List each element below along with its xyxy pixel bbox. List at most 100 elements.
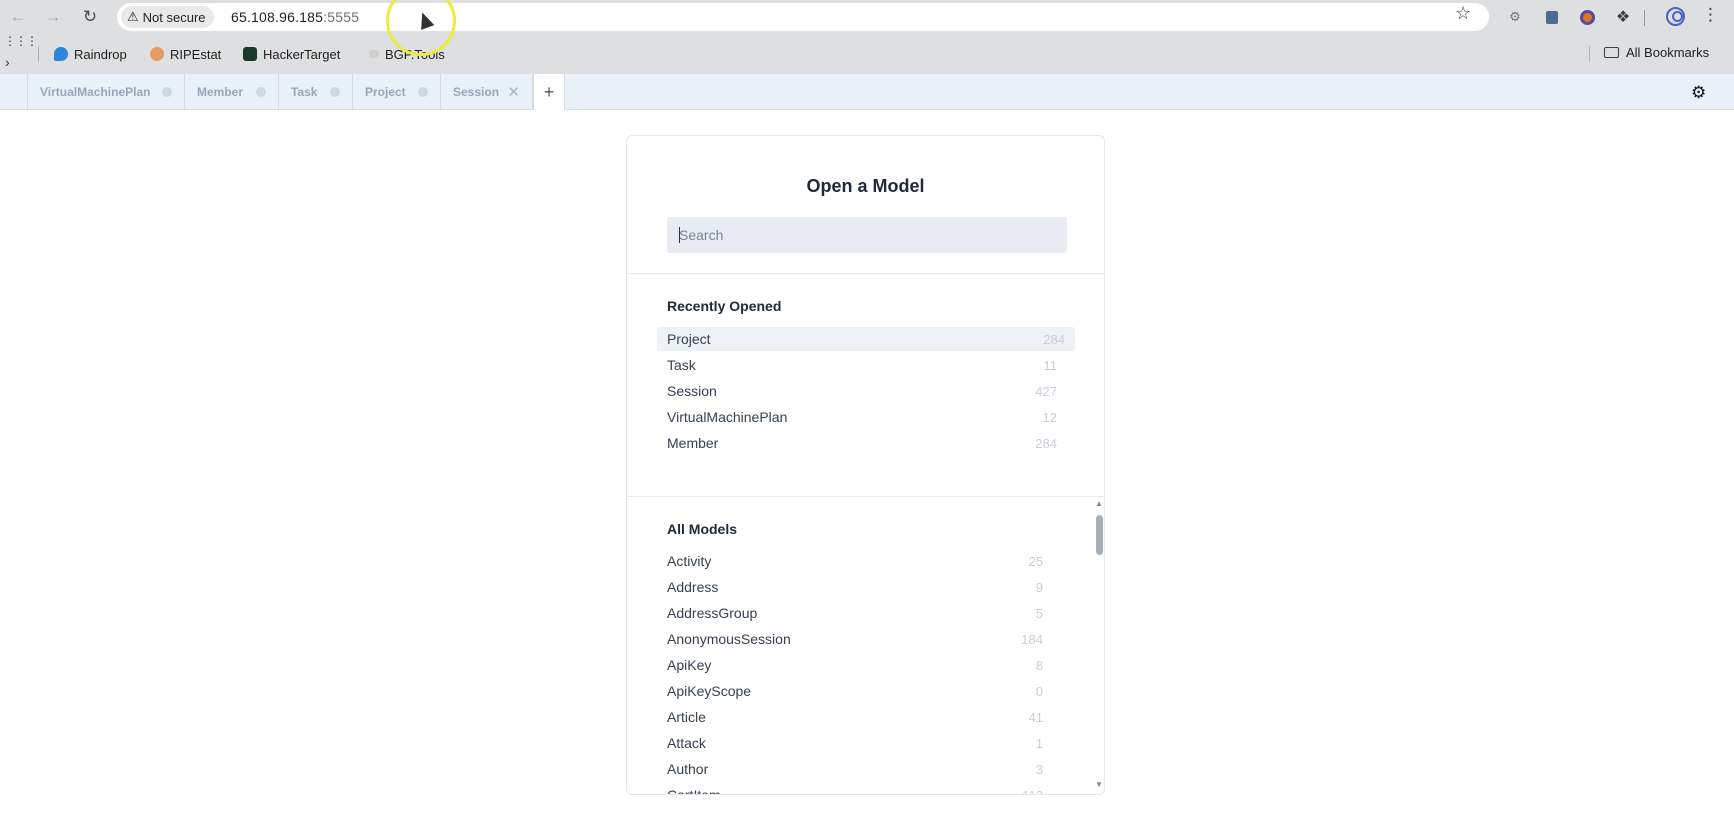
all-models-heading: All Models	[667, 521, 738, 537]
model-item[interactable]: Attack 1	[657, 731, 1053, 755]
dialog-title: Open a Model	[806, 176, 925, 196]
recent-item[interactable]: VirtualMachinePlan 12	[657, 405, 1067, 429]
raindrop-icon	[54, 47, 68, 61]
model-count: 9	[1035, 579, 1043, 595]
model-item[interactable]: AnonymousSession 184	[657, 627, 1053, 651]
folder-icon	[1604, 47, 1619, 58]
model-name: Activity	[667, 553, 712, 569]
model-count: 1	[1035, 735, 1043, 751]
warning-triangle-icon: ⚠	[127, 9, 139, 24]
scroll-down-arrow-icon[interactable]: ▼	[1094, 780, 1104, 789]
tab-bar-edge	[0, 74, 28, 110]
model-item[interactable]: CartItem 113	[657, 783, 1053, 795]
model-count: 284	[1035, 435, 1057, 451]
open-model-dialog: Open a Model Recently Opened Project 284…	[626, 135, 1105, 795]
tab-status-dot-icon[interactable]	[330, 87, 340, 97]
profile-icon[interactable]	[1666, 7, 1685, 26]
recent-item[interactable]: Task 11	[657, 353, 1067, 377]
reload-icon[interactable]: ↻	[78, 5, 102, 29]
apps-grid-icon[interactable]: ⋮⋮⋮	[4, 34, 38, 48]
toolbar-divider	[1644, 10, 1645, 26]
model-item[interactable]: AddressGroup 5	[657, 601, 1053, 625]
model-count: 25	[1028, 553, 1043, 569]
model-item[interactable]: Article 41	[657, 705, 1053, 729]
model-item[interactable]: Address 9	[657, 575, 1053, 599]
text-caret	[679, 227, 680, 243]
model-count: 427	[1035, 383, 1057, 399]
tab-label: Session	[453, 85, 500, 99]
model-item[interactable]: Activity 25	[657, 549, 1053, 573]
scrollbar-thumb[interactable]	[1096, 515, 1103, 555]
tab-label: Member	[197, 85, 244, 99]
model-item[interactable]: Author 3	[657, 757, 1053, 781]
model-name: Session	[667, 383, 717, 399]
scroll-up-arrow-icon[interactable]: ▲	[1094, 499, 1104, 508]
tab-session[interactable]: Session ✕	[441, 74, 533, 110]
model-name: Author	[667, 761, 709, 777]
model-item[interactable]: ApiKeyScope 0	[657, 679, 1053, 703]
tab-virtualmachineplan[interactable]: VirtualMachinePlan	[28, 74, 185, 110]
tab-label: Project	[365, 85, 406, 99]
tab-status-dot-icon[interactable]	[418, 87, 428, 97]
tab-member[interactable]: Member	[185, 74, 279, 110]
security-label: Not secure	[142, 9, 206, 25]
extension-firefox-like-icon[interactable]	[1576, 6, 1598, 28]
bookmark-hackertarget[interactable]: HackerTarget	[243, 45, 340, 63]
model-count: 12	[1042, 409, 1057, 425]
model-name: CartItem	[667, 787, 721, 795]
url-port: :5555	[323, 9, 360, 25]
address-bar[interactable]: ⚠ Not secure 65.108.96.185:5555	[117, 3, 1489, 31]
recent-item[interactable]: Session 427	[657, 379, 1067, 403]
model-count: 0	[1035, 683, 1043, 699]
model-name: Article	[667, 709, 706, 725]
add-tab-button[interactable]: +	[533, 74, 565, 110]
model-item[interactable]: ApiKey 8	[657, 653, 1053, 677]
close-icon[interactable]: ✕	[507, 83, 520, 101]
all-models-scrollbar[interactable]: ▲ ▼	[1094, 499, 1104, 789]
tab-label: VirtualMachinePlan	[40, 85, 151, 99]
model-name: AddressGroup	[667, 605, 758, 621]
extension-puzzle-piece-icon[interactable]: ⚙	[1504, 6, 1526, 28]
kebab-menu-icon[interactable]: ⋮	[1702, 5, 1719, 25]
model-count: 8	[1035, 657, 1043, 673]
tab-status-dot-icon[interactable]	[162, 87, 172, 97]
bookmark-divider	[1589, 46, 1590, 62]
browser-toolbar: ← → ↻ ⚠ Not secure 65.108.96.185:5555 ☆ …	[0, 0, 1734, 34]
recent-item[interactable]: Member 284	[657, 431, 1067, 455]
forward-arrow-icon[interactable]: →	[41, 5, 65, 29]
model-name: Member	[667, 435, 719, 451]
all-bookmarks-button[interactable]: All Bookmarks	[1604, 45, 1709, 60]
bookmark-label: Raindrop	[74, 46, 127, 62]
model-name: AnonymousSession	[667, 631, 791, 647]
tab-status-dot-icon[interactable]	[256, 87, 266, 97]
bgptools-icon	[369, 50, 379, 58]
gear-icon[interactable]: ⚙	[1691, 83, 1706, 103]
bookmark-star-icon[interactable]: ☆	[1455, 3, 1471, 24]
model-name: ApiKeyScope	[667, 683, 752, 699]
bookmark-raindrop[interactable]: Raindrop	[54, 45, 127, 63]
bookmark-label: RIPEstat	[170, 46, 222, 62]
url-text[interactable]: 65.108.96.185:5555	[231, 9, 359, 25]
bookmark-label: HackerTarget	[263, 46, 341, 62]
search-input[interactable]	[667, 217, 1067, 253]
model-name: VirtualMachinePlan	[667, 409, 788, 425]
section-divider	[627, 496, 1104, 497]
recent-item[interactable]: Project 284	[657, 327, 1075, 351]
model-name: Task	[667, 357, 696, 373]
model-count: 284	[1043, 331, 1065, 347]
chevron-right-icon[interactable]: ›	[5, 54, 10, 70]
back-arrow-icon[interactable]: ←	[6, 5, 30, 29]
extension-doc-icon[interactable]	[1541, 6, 1563, 28]
tab-project[interactable]: Project	[353, 74, 441, 110]
section-divider	[627, 273, 1104, 274]
tab-task[interactable]: Task	[279, 74, 353, 110]
extensions-icon[interactable]: ❖	[1612, 6, 1634, 28]
model-count: 184	[1021, 631, 1043, 647]
hackertarget-icon	[243, 47, 257, 61]
bookmark-ripestat[interactable]: RIPEstat	[150, 45, 221, 63]
tab-label: Task	[291, 85, 318, 99]
security-chip[interactable]: ⚠ Not secure	[121, 6, 214, 28]
model-count: 11	[1043, 357, 1058, 373]
model-count: 41	[1028, 709, 1043, 725]
ripestat-icon	[150, 47, 164, 61]
